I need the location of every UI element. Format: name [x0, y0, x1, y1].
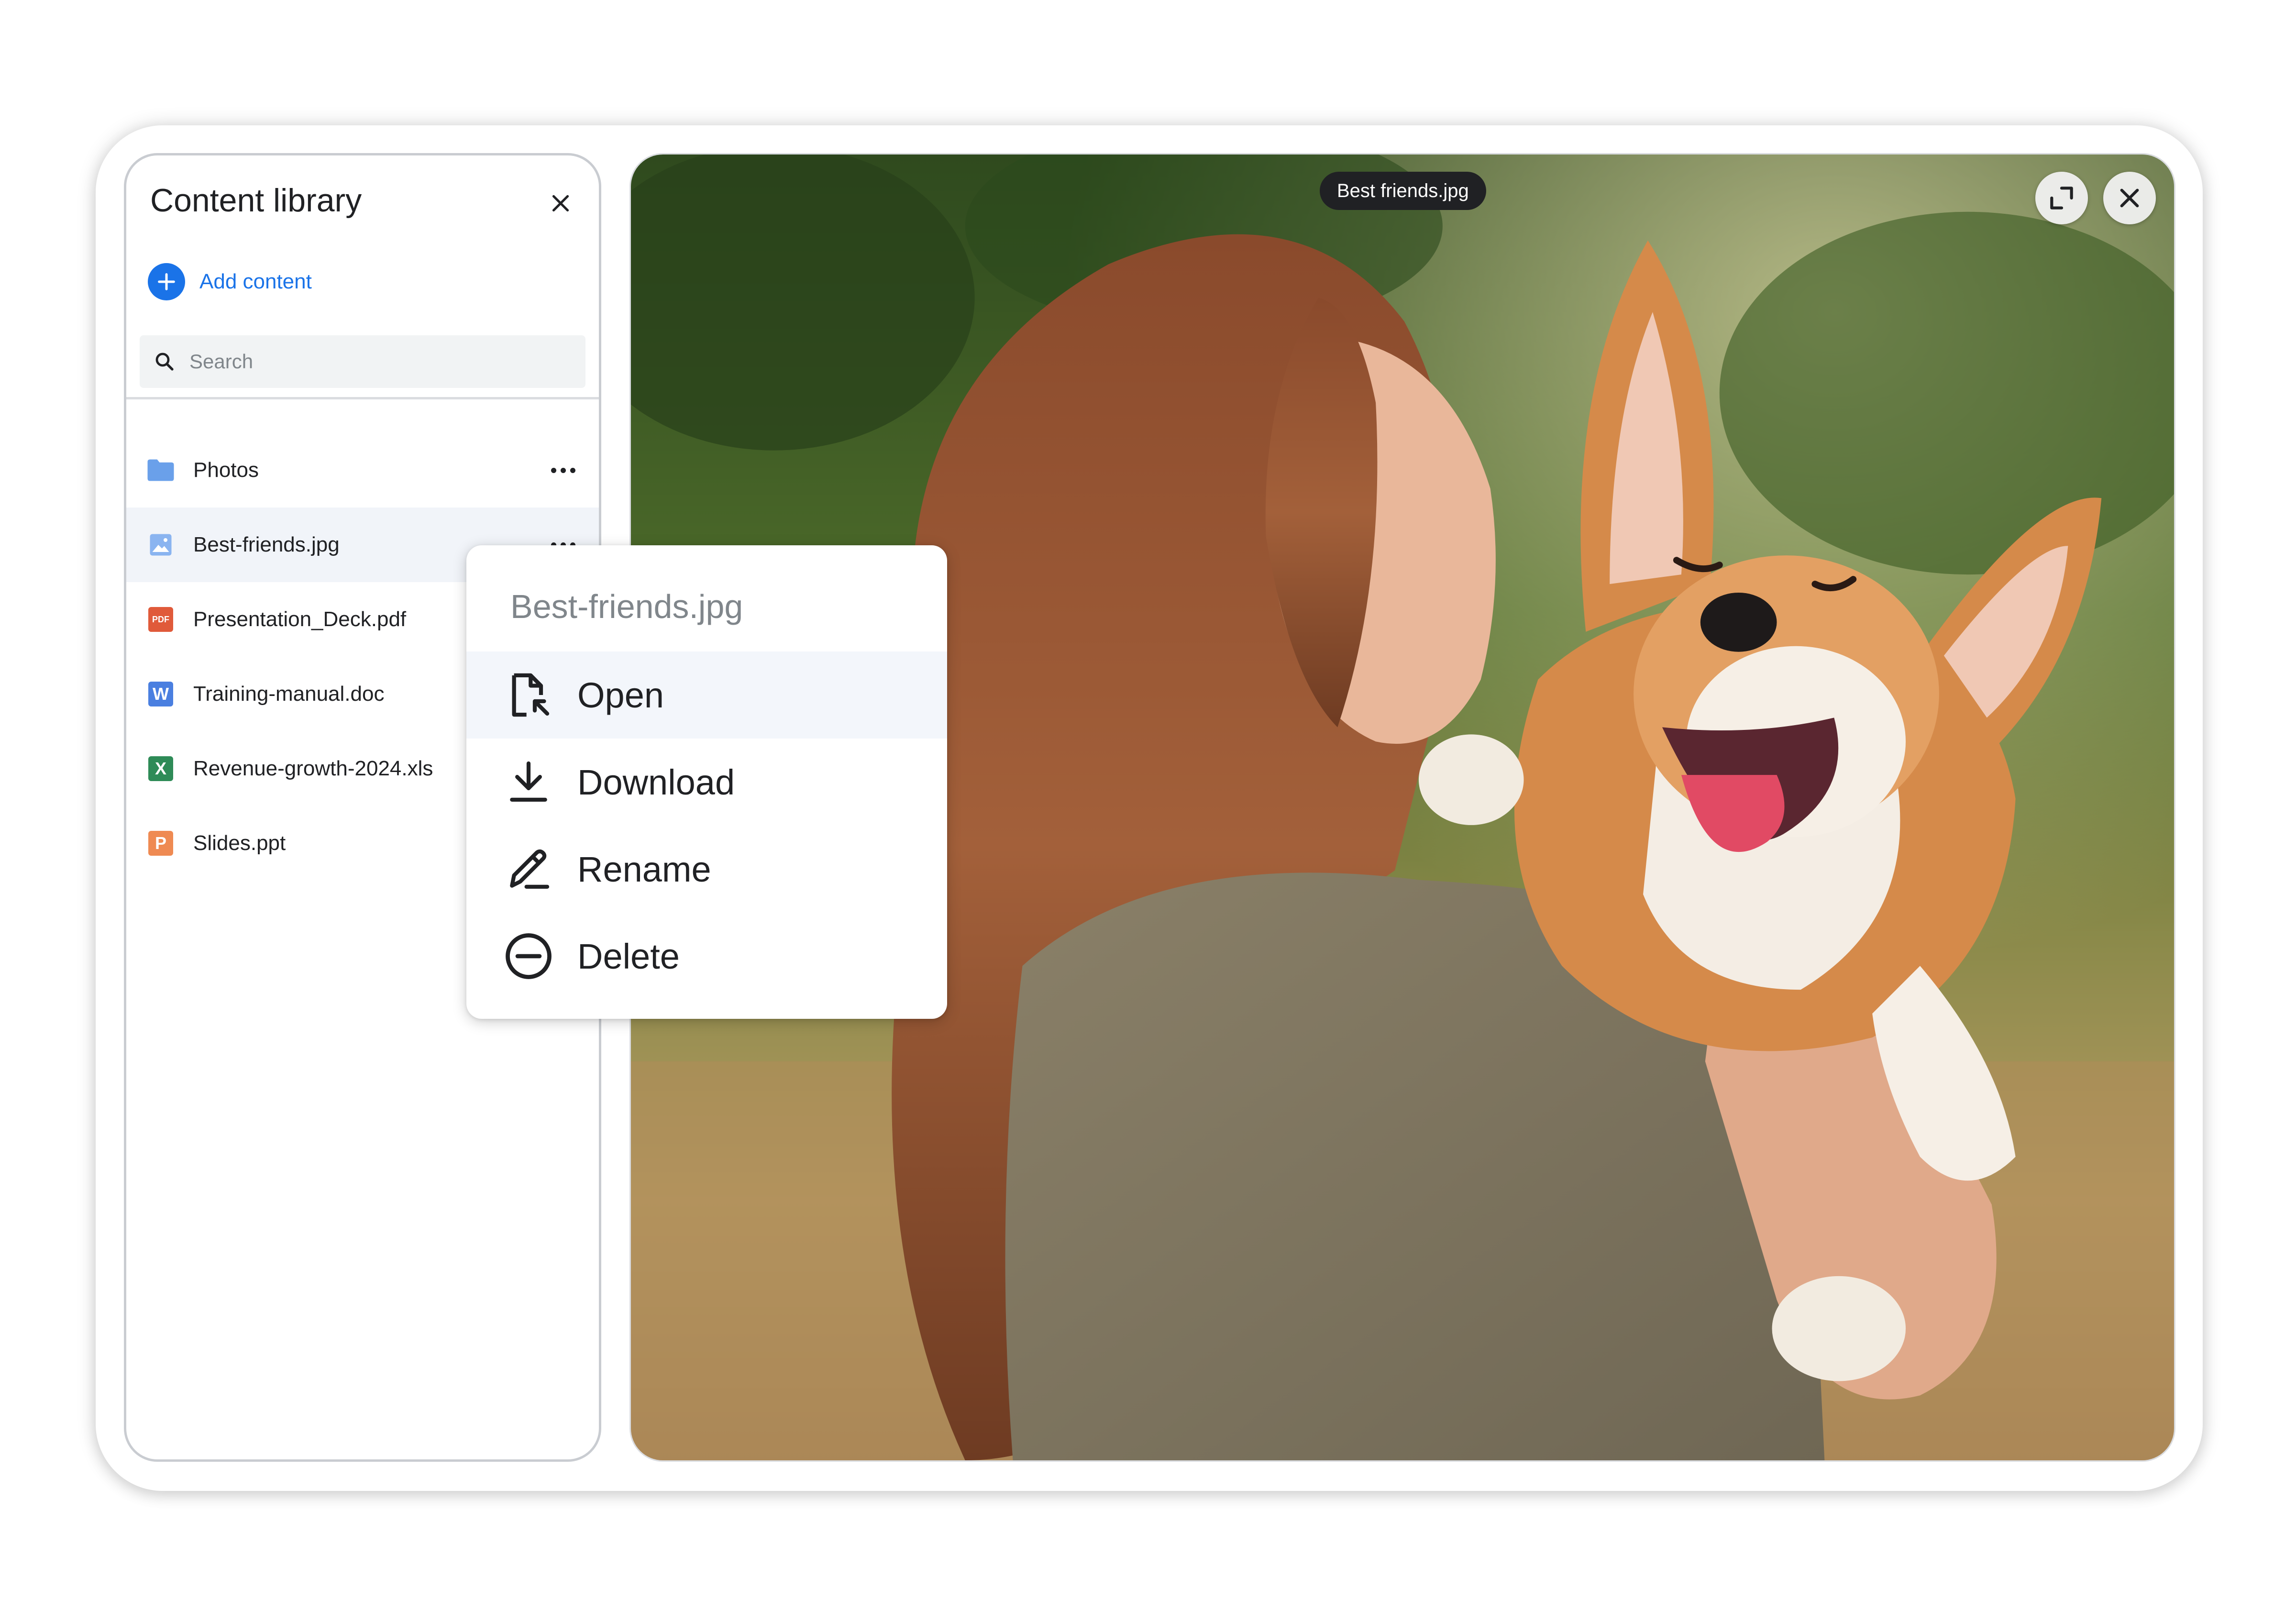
close-icon: [552, 195, 569, 212]
close-panel-button[interactable]: [541, 184, 580, 222]
add-content-button[interactable]: Add content: [148, 263, 312, 300]
menu-item-download[interactable]: Download: [466, 739, 947, 826]
image-file-icon: [146, 530, 175, 559]
menu-label: Rename: [577, 849, 711, 889]
add-content-label: Add content: [199, 270, 312, 293]
file-name: Revenue-growth-2024.xls: [193, 757, 433, 780]
more-dots-icon: [551, 467, 556, 473]
file-name-chip: Best friends.jpg: [1320, 172, 1486, 210]
panel-title: Content library: [150, 182, 362, 219]
fullscreen-button[interactable]: [2035, 172, 2088, 224]
folder-icon: [146, 456, 175, 485]
menu-item-rename[interactable]: Rename: [466, 826, 947, 913]
search-input[interactable]: [189, 350, 553, 373]
divider: [126, 397, 599, 399]
plus-icon: [148, 263, 185, 300]
menu-items: Open Download Rename Delete: [466, 651, 947, 1000]
file-name: Slides.ppt: [193, 831, 286, 855]
pdf-file-icon: PDF: [146, 605, 175, 634]
open-file-icon: [500, 666, 557, 724]
file-name: Presentation_Deck.pdf: [193, 607, 407, 631]
file-name: Training-manual.doc: [193, 682, 385, 706]
context-menu: Best-friends.jpg Open Download Rename De…: [466, 545, 947, 1019]
delete-circle-icon: [500, 927, 557, 985]
close-viewer-button[interactable]: [2103, 172, 2156, 224]
list-item-photos[interactable]: Photos: [126, 433, 599, 508]
close-icon: [2120, 188, 2139, 208]
menu-label: Open: [577, 675, 664, 715]
search-icon: [155, 353, 174, 371]
more-options-button[interactable]: [546, 453, 580, 487]
download-icon: [500, 753, 557, 811]
file-name: Best-friends.jpg: [193, 533, 340, 556]
excel-file-icon: X: [146, 754, 175, 783]
menu-label: Delete: [577, 936, 680, 976]
menu-item-open[interactable]: Open: [466, 651, 947, 739]
menu-label: Download: [577, 762, 735, 802]
menu-title: Best-friends.jpg: [510, 588, 743, 625]
file-name: Photos: [193, 458, 259, 482]
menu-item-delete[interactable]: Delete: [466, 913, 947, 1000]
powerpoint-file-icon: P: [146, 829, 175, 858]
word-doc-icon: W: [146, 680, 175, 708]
search-box: [140, 335, 585, 388]
expand-icon: [2050, 187, 2073, 210]
rename-pen-icon: [500, 840, 557, 898]
